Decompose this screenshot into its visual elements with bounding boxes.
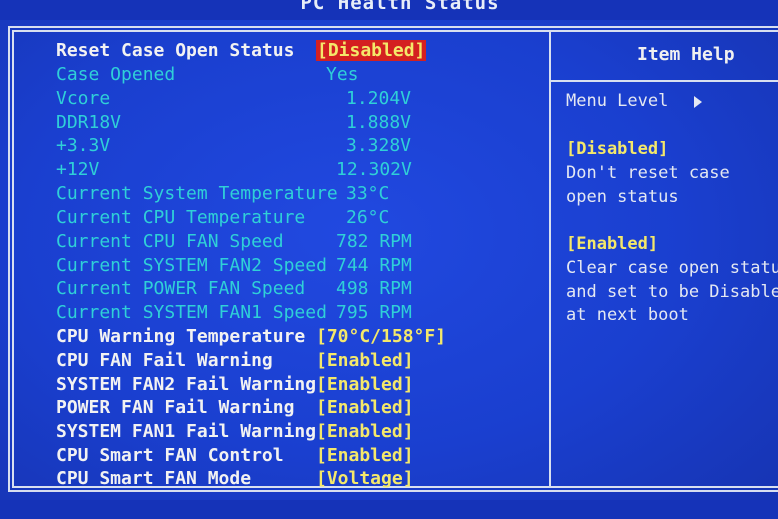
info-label: Current CPU Temperature (56, 207, 306, 228)
info-label: Case Opened (56, 64, 176, 85)
info-value: 33°C (346, 183, 390, 204)
info-value: 26°C (346, 207, 390, 228)
info-cpu-fan-speed: Current CPU FAN Speed 782 RPM (56, 231, 412, 253)
help-option-enabled-desc: and set to be Disabled (566, 282, 778, 302)
info-label: +3.3V (56, 135, 111, 156)
info-value: 498 RPM (336, 278, 412, 299)
help-option-disabled-desc: Don't reset case (566, 163, 730, 183)
info-value: 795 RPM (336, 302, 412, 323)
setting-label: CPU FAN Fail Warning (56, 350, 273, 371)
info-value: Yes (326, 64, 359, 85)
info-system-fan1-speed: Current SYSTEM FAN1 Speed 795 RPM (56, 302, 412, 324)
info-label: Current SYSTEM FAN1 Speed (56, 302, 327, 323)
info-system-fan2-speed: Current SYSTEM FAN2 Speed 744 RPM (56, 255, 412, 277)
help-option-enabled-desc: Clear case open status (566, 258, 778, 278)
help-option-enabled-desc: at next boot (566, 305, 689, 325)
setting-value[interactable]: [Enabled] (316, 445, 414, 467)
info-label: DDR18V (56, 112, 122, 133)
setting-value[interactable]: [Enabled] (316, 350, 414, 372)
setting-label: POWER FAN Fail Warning (56, 397, 295, 418)
setting-value[interactable]: [Enabled] (316, 374, 414, 396)
setting-label: SYSTEM FAN1 Fail Warning (56, 421, 317, 442)
info-label: Current CPU FAN Speed (56, 231, 284, 252)
setting-value[interactable]: [70°C/158°F] (316, 326, 446, 348)
info-label: Current SYSTEM FAN2 Speed (56, 255, 327, 276)
help-divider (551, 80, 778, 82)
setting-label: CPU Smart FAN Control (56, 445, 284, 466)
setting-cpu-fan-fail-warning[interactable]: CPU FAN Fail Warning [Enabled] (56, 350, 414, 372)
setting-label: SYSTEM FAN2 Fail Warning (56, 374, 317, 395)
setting-label: CPU Warning Temperature (56, 326, 306, 347)
info-value: 1.888V (346, 112, 412, 133)
info-value: 12.302V (336, 159, 412, 180)
info-value: 782 RPM (336, 231, 412, 252)
setting-value-selected[interactable]: [Disabled] (316, 40, 427, 62)
info-value: 744 RPM (336, 255, 412, 276)
setting-label: Reset Case Open Status (56, 40, 295, 61)
setting-value[interactable]: [Voltage] (316, 468, 414, 490)
info-power-fan-speed: Current POWER FAN Speed 498 RPM (56, 278, 412, 300)
info-system-temperature: Current System Temperature 33°C (56, 183, 389, 205)
info-ddr18v: DDR18V 1.888V (56, 112, 411, 134)
menu-level-arrow-icon (694, 96, 702, 108)
info-label: Current POWER FAN Speed (56, 278, 306, 299)
setting-value[interactable]: [Enabled] (316, 397, 414, 419)
selected-highlight[interactable]: [Disabled] (316, 40, 427, 61)
info-cpu-temperature: Current CPU Temperature 26°C (56, 207, 389, 229)
setting-value[interactable]: [Enabled] (316, 421, 414, 443)
info-value: 1.204V (346, 88, 412, 109)
setting-system-fan2-fail-warning[interactable]: SYSTEM FAN2 Fail Warning [Enabled] (56, 374, 414, 396)
bottom-key-bar (0, 500, 778, 519)
setting-cpu-warning-temperature[interactable]: CPU Warning Temperature [70°C/158°F] (56, 326, 446, 348)
info-label: +12V (56, 159, 100, 180)
item-help-title: Item Help (637, 44, 735, 65)
info-label: Current System Temperature (56, 183, 338, 204)
help-option-enabled: [Enabled] (566, 234, 659, 254)
info-3v3: +3.3V 3.328V (56, 135, 411, 157)
setting-cpu-smart-fan-mode[interactable]: CPU Smart FAN Mode [Voltage] (56, 468, 414, 490)
setting-cpu-smart-fan-control[interactable]: CPU Smart FAN Control [Enabled] (56, 445, 414, 467)
info-vcore: Vcore 1.204V (56, 88, 411, 110)
menu-level-label: Menu Level (566, 91, 669, 111)
page-title: PC Health Status (300, 0, 500, 14)
help-option-disabled: [Disabled] (566, 139, 669, 159)
info-case-opened: Case Opened Yes (56, 64, 359, 86)
info-value: 3.328V (346, 135, 412, 156)
help-option-disabled-desc: open status (566, 187, 679, 207)
info-12v: +12V 12.302V (56, 159, 412, 181)
setting-reset-case-open-status[interactable]: Reset Case Open Status [Disabled] (56, 40, 427, 62)
info-label: Vcore (56, 88, 111, 109)
panel-divider (549, 30, 551, 488)
setting-label: CPU Smart FAN Mode (56, 468, 252, 489)
setting-system-fan1-fail-warning[interactable]: SYSTEM FAN1 Fail Warning [Enabled] (56, 421, 414, 443)
setting-power-fan-fail-warning[interactable]: POWER FAN Fail Warning [Enabled] (56, 397, 414, 419)
